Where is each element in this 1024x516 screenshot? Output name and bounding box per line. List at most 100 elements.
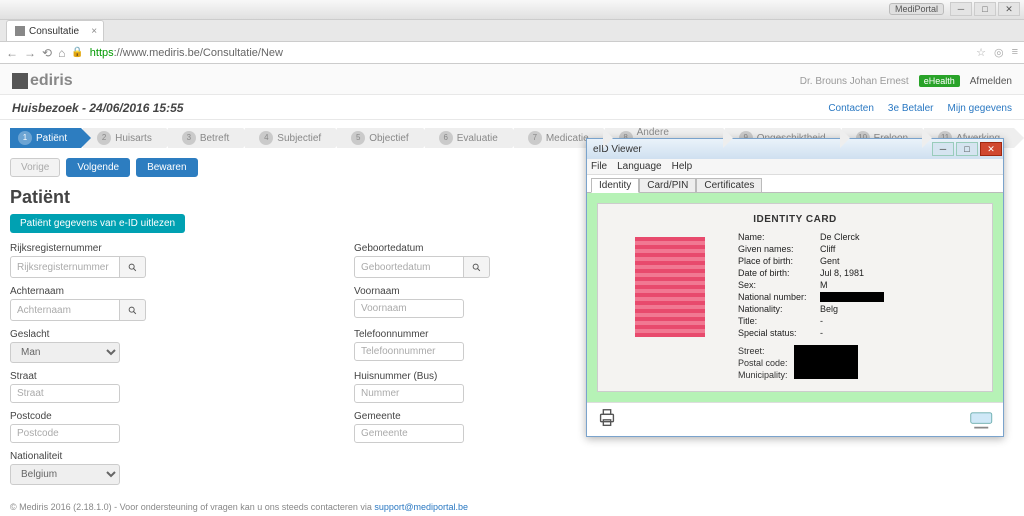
step-patiënt[interactable]: 1Patiënt	[10, 128, 81, 148]
search-icon	[128, 263, 137, 272]
eid-field: National number:	[738, 291, 980, 303]
eid-maximize-button[interactable]: □	[956, 142, 978, 156]
link-mijn-gegevens[interactable]: Mijn gegevens	[948, 103, 1012, 114]
browser-tab[interactable]: Consultatie ×	[6, 20, 104, 41]
geboorte-search-button[interactable]	[464, 256, 490, 278]
step-number: 4	[259, 131, 273, 145]
logo-mark-icon	[12, 73, 28, 89]
eid-field: Given names:Cliff	[738, 243, 980, 255]
read-eid-button[interactable]: Patiënt gegevens van e-ID uitlezen	[10, 214, 185, 233]
step-betreft[interactable]: 3Betreft	[168, 128, 243, 148]
visit-title: Huisbezoek - 24/06/2016 15:55	[12, 101, 183, 115]
step-label: Evaluatie	[457, 133, 498, 144]
home-button[interactable]: ⌂	[58, 46, 65, 60]
achternaam-input[interactable]	[10, 299, 120, 321]
eid-street-label: Street:	[738, 345, 788, 357]
eid-field: Special status:-	[738, 327, 980, 339]
minimize-button[interactable]: ─	[950, 2, 972, 16]
card-reader-icon[interactable]	[969, 407, 997, 432]
step-number: 2	[97, 131, 111, 145]
achternaam-search-button[interactable]	[120, 299, 146, 321]
eid-postal-label: Postal code:	[738, 357, 788, 369]
eid-menu-language[interactable]: Language	[617, 161, 662, 172]
current-user: Dr. Brouns Johan Ernest	[800, 76, 909, 87]
eid-field: Nationality:Belg	[738, 303, 980, 315]
print-icon[interactable]	[593, 407, 621, 432]
save-button[interactable]: Bewaren	[136, 158, 197, 177]
url[interactable]: https://www.mediris.be/Consultatie/New	[90, 47, 283, 59]
geslacht-select[interactable]: Man	[10, 342, 120, 363]
step-label: Medicatie	[546, 133, 589, 144]
straat-input[interactable]	[10, 384, 120, 403]
nationaliteit-select[interactable]: Belgium	[10, 464, 120, 485]
address-bar: ← → ⟲ ⌂ 🔒 https://www.mediris.be/Consult…	[0, 42, 1024, 64]
tel-input[interactable]	[354, 342, 464, 361]
gemeente-input[interactable]	[354, 424, 464, 443]
link-contacten[interactable]: Contacten	[828, 103, 874, 114]
postcode-input[interactable]	[10, 424, 120, 443]
eid-menu-file[interactable]: File	[591, 161, 607, 172]
os-titlebar: MediPortal ─ □ ✕	[0, 0, 1024, 20]
link-3e-betaler[interactable]: 3e Betaler	[888, 103, 934, 114]
eid-viewer-window: eID Viewer ─ □ ✕ File Language Help Iden…	[586, 138, 1004, 437]
rijks-input[interactable]	[10, 256, 120, 278]
eid-titlebar[interactable]: eID Viewer ─ □ ✕	[587, 139, 1003, 159]
eid-tab-cardpin[interactable]: Card/PIN	[639, 178, 696, 193]
next-button[interactable]: Volgende	[66, 158, 130, 177]
step-subjectief[interactable]: 4 Subjectief	[245, 128, 335, 148]
step-objectief[interactable]: 5Objectief	[337, 128, 422, 148]
nationaliteit-label: Nationaliteit	[10, 451, 340, 462]
maximize-button[interactable]: □	[974, 2, 996, 16]
geboorte-input[interactable]	[354, 256, 464, 278]
extension-icon[interactable]: ◎	[994, 46, 1004, 59]
step-label: Subjectief	[277, 133, 321, 144]
back-button[interactable]: ←	[6, 46, 18, 60]
step-huisarts[interactable]: 2 Huisarts	[83, 128, 166, 148]
step-label: Objectief	[369, 133, 408, 144]
eid-minimize-button[interactable]: ─	[932, 142, 954, 156]
mediportal-badge: MediPortal	[889, 3, 944, 15]
browser-tabbar: Consultatie ×	[0, 20, 1024, 42]
straat-label: Straat	[10, 371, 340, 382]
star-icon[interactable]: ☆	[976, 46, 986, 59]
eid-address-redacted	[794, 345, 858, 379]
logout-link[interactable]: Afmelden	[970, 76, 1012, 87]
subheader: Huisbezoek - 24/06/2016 15:55 Contacten …	[0, 94, 1024, 120]
ssl-lock-icon: 🔒	[71, 47, 83, 58]
eid-field: Title:-	[738, 315, 980, 327]
menu-icon[interactable]: ≡	[1012, 46, 1018, 59]
close-button[interactable]: ✕	[998, 2, 1020, 16]
brand-text: ediris	[30, 72, 73, 90]
brand-logo[interactable]: ediris	[12, 72, 73, 90]
app-header: ediris Dr. Brouns Johan Ernest eHealth A…	[0, 64, 1024, 94]
reload-button[interactable]: ⟲	[42, 46, 52, 60]
step-number: 7	[528, 131, 542, 145]
eid-card-title: IDENTITY CARD	[610, 214, 980, 225]
eid-window-title: eID Viewer	[593, 144, 642, 155]
eid-field: Name:De Clerck	[738, 231, 980, 243]
eid-tab-certificates[interactable]: Certificates	[696, 178, 762, 193]
eid-field: Date of birth:Jul 8, 1981	[738, 267, 980, 279]
eid-field: Sex:M	[738, 279, 980, 291]
ehealth-badge: eHealth	[919, 75, 960, 87]
eid-close-button[interactable]: ✕	[980, 142, 1002, 156]
support-link[interactable]: support@mediportal.be	[374, 502, 468, 512]
step-number: 6	[439, 131, 453, 145]
tab-label: Consultatie	[29, 26, 79, 37]
footer: © Mediris 2016 (2.18.1.0) - Voor onderst…	[10, 502, 468, 512]
rijks-search-button[interactable]	[120, 256, 146, 278]
eid-tab-identity[interactable]: Identity	[591, 178, 639, 193]
eid-fields: Name:De ClerckGiven names:CliffPlace of …	[738, 231, 980, 339]
eid-photo	[635, 237, 705, 337]
step-label: Huisarts	[115, 133, 152, 144]
eid-menu-help[interactable]: Help	[672, 161, 693, 172]
huis-input[interactable]	[354, 384, 464, 403]
forward-button[interactable]: →	[24, 46, 36, 60]
eid-field: Place of birth:Gent	[738, 255, 980, 267]
voornaam-input[interactable]	[354, 299, 464, 318]
step-evaluatie[interactable]: 6 Evaluatie	[425, 128, 512, 148]
close-tab-icon[interactable]: ×	[91, 26, 97, 37]
step-label: Betreft	[200, 133, 229, 144]
rijks-label: Rijksregisternummer	[10, 243, 340, 254]
prev-button[interactable]: Vorige	[10, 158, 60, 177]
